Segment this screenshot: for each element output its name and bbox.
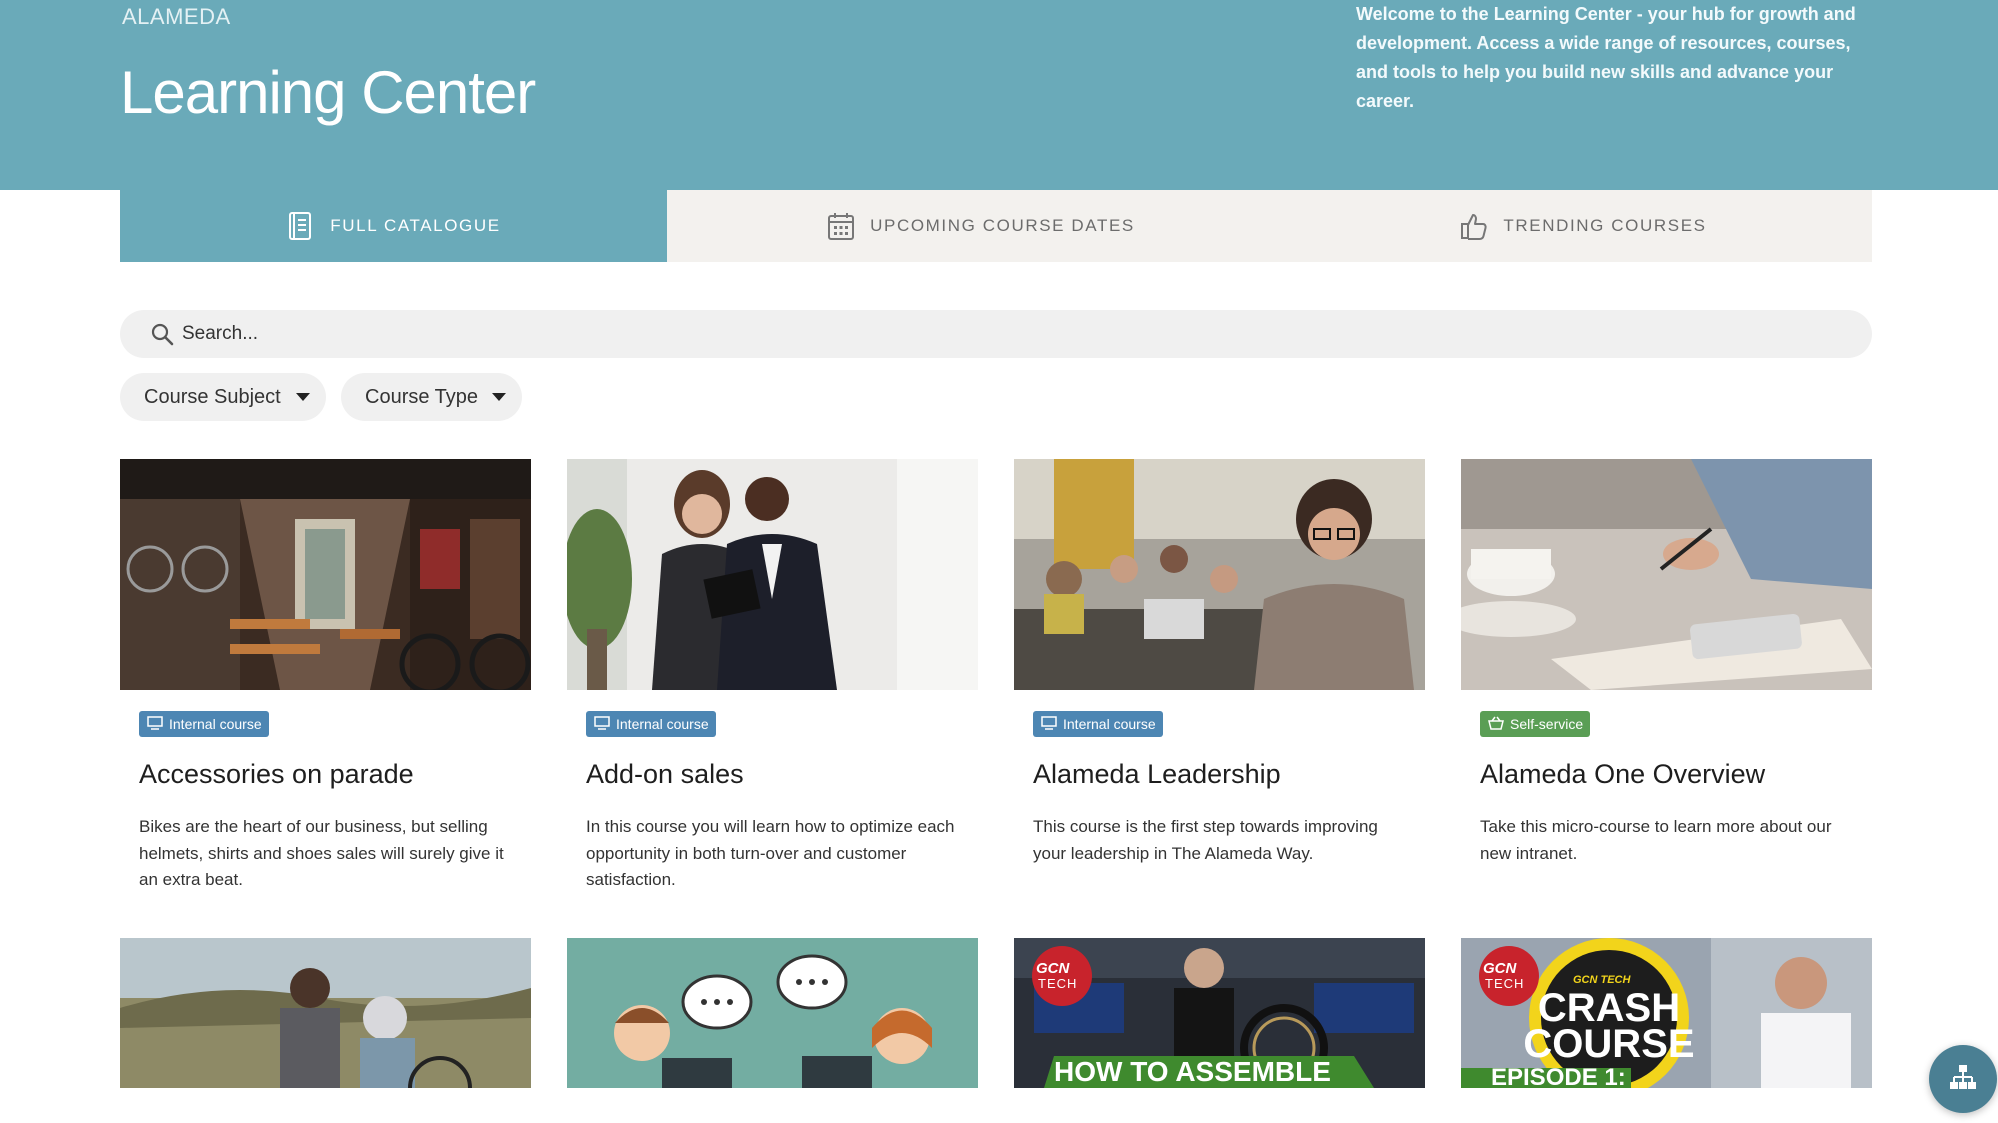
course-card-alameda-one-overview[interactable]: Self-service Alameda One Overview Take t…	[1461, 459, 1872, 899]
catalogue-icon	[286, 211, 316, 241]
course-title[interactable]: Alameda Leadership	[1033, 759, 1281, 790]
tab-upcoming-course-dates[interactable]: UPCOMING COURSE DATES	[667, 190, 1294, 262]
video-caption: HOW TO ASSEMBLE	[1054, 1056, 1331, 1087]
course-thumbnail-crash-course: GCN TECH GCN TECH CRASH COURSE EPISODE 1…	[1461, 938, 1872, 1088]
badge-label: Internal course	[1063, 716, 1156, 732]
course-card-row2-1[interactable]	[120, 938, 531, 1088]
course-title[interactable]: Alameda One Overview	[1480, 759, 1765, 790]
dropdown-label: Course Type	[365, 385, 479, 408]
badge-label: Self-service	[1510, 716, 1584, 732]
course-description: This course is the first step towards im…	[1033, 817, 1378, 863]
search-icon	[150, 322, 174, 346]
tab-label: FULL CATALOGUE	[330, 216, 501, 235]
gcn-logo-sub: TECH	[1038, 976, 1078, 991]
video-title: CRASH COURSE	[1519, 988, 1699, 1064]
course-card-row2-2[interactable]	[567, 938, 978, 1088]
monitor-icon	[1041, 715, 1057, 733]
course-type-dropdown[interactable]: Course Type	[341, 373, 522, 421]
course-card-accessories[interactable]: Internal course Accessories on parade Bi…	[120, 459, 531, 899]
video-episode: EPISODE 1:	[1491, 1064, 1626, 1088]
dropdown-label: Course Subject	[144, 385, 281, 408]
course-thumbnail-support-chat	[567, 938, 978, 1088]
badge-label: Internal course	[616, 716, 709, 732]
tab-full-catalogue[interactable]: FULL CATALOGUE	[120, 190, 667, 262]
hero-banner: ALAMEDA Learning Center Welcome to the L…	[0, 0, 1998, 190]
course-type-badge: Internal course	[1033, 711, 1163, 737]
course-subject-dropdown[interactable]: Course Subject	[120, 373, 326, 421]
course-thumbnail-team-meeting	[1014, 459, 1425, 690]
monitor-icon	[594, 715, 610, 733]
thumbs-up-icon	[1459, 211, 1489, 241]
video-brand: GCN TECH	[1573, 974, 1631, 986]
course-description: Take this micro-course to learn more abo…	[1480, 817, 1832, 863]
course-thumbnail-notebook	[1461, 459, 1872, 690]
gcn-logo-sub: TECH	[1485, 976, 1525, 991]
page-title: Learning Center	[120, 59, 536, 126]
course-thumbnail-child-bike	[120, 938, 531, 1088]
course-thumbnail-video-assemble: GCN TECH HOW TO ASSEMBLE	[1014, 938, 1425, 1088]
sitemap-icon	[1949, 1064, 1977, 1095]
caret-down-icon	[492, 393, 506, 401]
monitor-icon	[147, 715, 163, 733]
course-type-badge: Internal course	[586, 711, 716, 737]
course-description: In this course you will learn how to opt…	[586, 817, 955, 889]
search-input[interactable]	[182, 323, 1782, 345]
sitemap-button[interactable]	[1929, 1045, 1997, 1113]
basket-icon	[1488, 716, 1504, 733]
tab-label: UPCOMING COURSE DATES	[870, 216, 1135, 235]
tab-bar: FULL CATALOGUE UPCOMING COURSE DATES TRE…	[120, 190, 1872, 262]
badge-label: Internal course	[169, 716, 262, 732]
course-description: Bikes are the heart of our business, but…	[139, 817, 504, 889]
tab-trending-courses[interactable]: TRENDING COURSES	[1294, 190, 1872, 262]
calendar-icon	[826, 211, 856, 241]
course-title[interactable]: Accessories on parade	[139, 759, 414, 790]
course-type-badge: Self-service	[1480, 711, 1591, 737]
course-title[interactable]: Add-on sales	[586, 759, 744, 790]
brand-name: ALAMEDA	[122, 4, 231, 29]
tab-label: TRENDING COURSES	[1503, 216, 1707, 235]
caret-down-icon	[296, 393, 310, 401]
course-card-add-on-sales[interactable]: Internal course Add-on sales In this cou…	[567, 459, 978, 899]
gcn-logo: GCN	[1036, 960, 1070, 977]
course-thumbnail-bike-shop	[120, 459, 531, 690]
course-card-row2-4[interactable]: GCN TECH GCN TECH CRASH COURSE EPISODE 1…	[1461, 938, 1872, 1088]
course-thumbnail-business-people	[567, 459, 978, 690]
course-card-row2-3[interactable]: GCN TECH HOW TO ASSEMBLE	[1014, 938, 1425, 1088]
search-bar	[120, 310, 1872, 358]
welcome-text: Welcome to the Learning Center - your hu…	[1356, 4, 1856, 111]
video-title-line-2: COURSE	[1523, 1022, 1695, 1066]
course-type-badge: Internal course	[139, 711, 269, 737]
course-card-alameda-leadership[interactable]: Internal course Alameda Leadership This …	[1014, 459, 1425, 899]
gcn-logo: GCN	[1483, 960, 1517, 977]
